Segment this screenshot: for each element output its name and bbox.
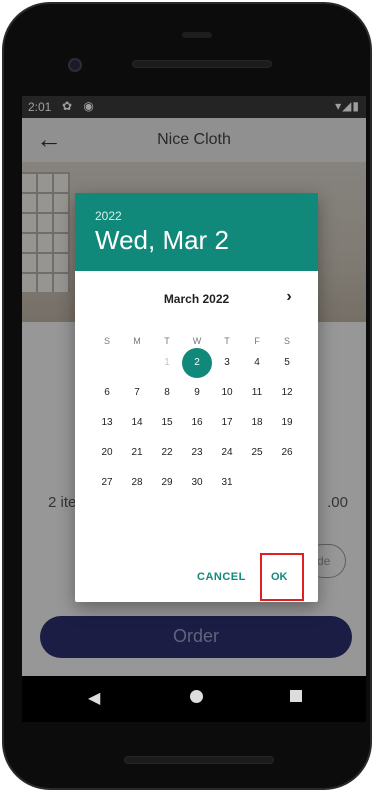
cancel-button[interactable]: CANCEL (197, 571, 246, 583)
calendar-day[interactable]: 14 (122, 408, 152, 438)
calendar-day[interactable]: 30 (182, 468, 212, 498)
calendar-day[interactable]: 18 (242, 408, 272, 438)
weekday-label: S (103, 336, 110, 346)
calendar-day[interactable]: 19 (272, 408, 302, 438)
calendar-day[interactable]: 26 (272, 438, 302, 468)
calendar-day[interactable]: 15 (152, 408, 182, 438)
navigation-bar: ◀ (22, 676, 366, 722)
calendar-day[interactable]: 25 (242, 438, 272, 468)
nav-back-icon[interactable]: ◀ (88, 688, 100, 708)
header-year[interactable]: 2022 (95, 209, 122, 223)
calendar-day[interactable]: 23 (182, 438, 212, 468)
bottom-speaker-grille (124, 756, 274, 764)
date-picker-header: 2022 Wed, Mar 2 (75, 193, 318, 271)
calendar-day-selected[interactable]: 2 (182, 348, 212, 378)
calendar-day[interactable]: 20 (92, 438, 122, 468)
calendar-day[interactable]: 11 (242, 378, 272, 408)
calendar-day[interactable]: 29 (152, 468, 182, 498)
calendar-day[interactable]: 12 (272, 378, 302, 408)
calendar-day[interactable]: 8 (152, 378, 182, 408)
calendar-day[interactable]: 3 (212, 348, 242, 378)
screen: 2:01 ✿ ◉ ▾◢▮ ← Nice Cloth 2 ite .00 de O… (22, 96, 366, 676)
top-speaker (182, 32, 212, 38)
calendar-day[interactable]: 21 (122, 438, 152, 468)
calendar-day[interactable]: 17 (212, 408, 242, 438)
earpiece-grille (132, 60, 272, 68)
calendar-day[interactable]: 10 (212, 378, 242, 408)
chevron-right-icon[interactable]: › (279, 287, 299, 307)
calendar-day[interactable]: 6 (92, 378, 122, 408)
weekday-label: M (133, 336, 141, 346)
nav-recents-icon[interactable] (290, 690, 302, 702)
calendar-day: 1 (164, 357, 170, 368)
calendar-day[interactable]: 28 (122, 468, 152, 498)
header-selected-date: Wed, Mar 2 (95, 225, 229, 255)
calendar-day[interactable]: 9 (182, 378, 212, 408)
calendar-day[interactable]: 4 (242, 348, 272, 378)
front-camera (68, 58, 82, 72)
calendar-day[interactable]: 16 (182, 408, 212, 438)
calendar-day[interactable]: 22 (152, 438, 182, 468)
calendar-day[interactable]: 31 (212, 468, 242, 498)
calendar-day[interactable]: 27 (92, 468, 122, 498)
ok-button[interactable]: OK (271, 571, 288, 583)
date-picker-dialog: 2022 Wed, Mar 2 March 2022 › SMTWTFS1234… (75, 193, 318, 602)
calendar-day[interactable]: 24 (212, 438, 242, 468)
calendar-day[interactable]: 13 (92, 408, 122, 438)
nav-home-icon[interactable] (190, 690, 203, 703)
calendar-day[interactable]: 5 (272, 348, 302, 378)
calendar-day[interactable]: 7 (122, 378, 152, 408)
